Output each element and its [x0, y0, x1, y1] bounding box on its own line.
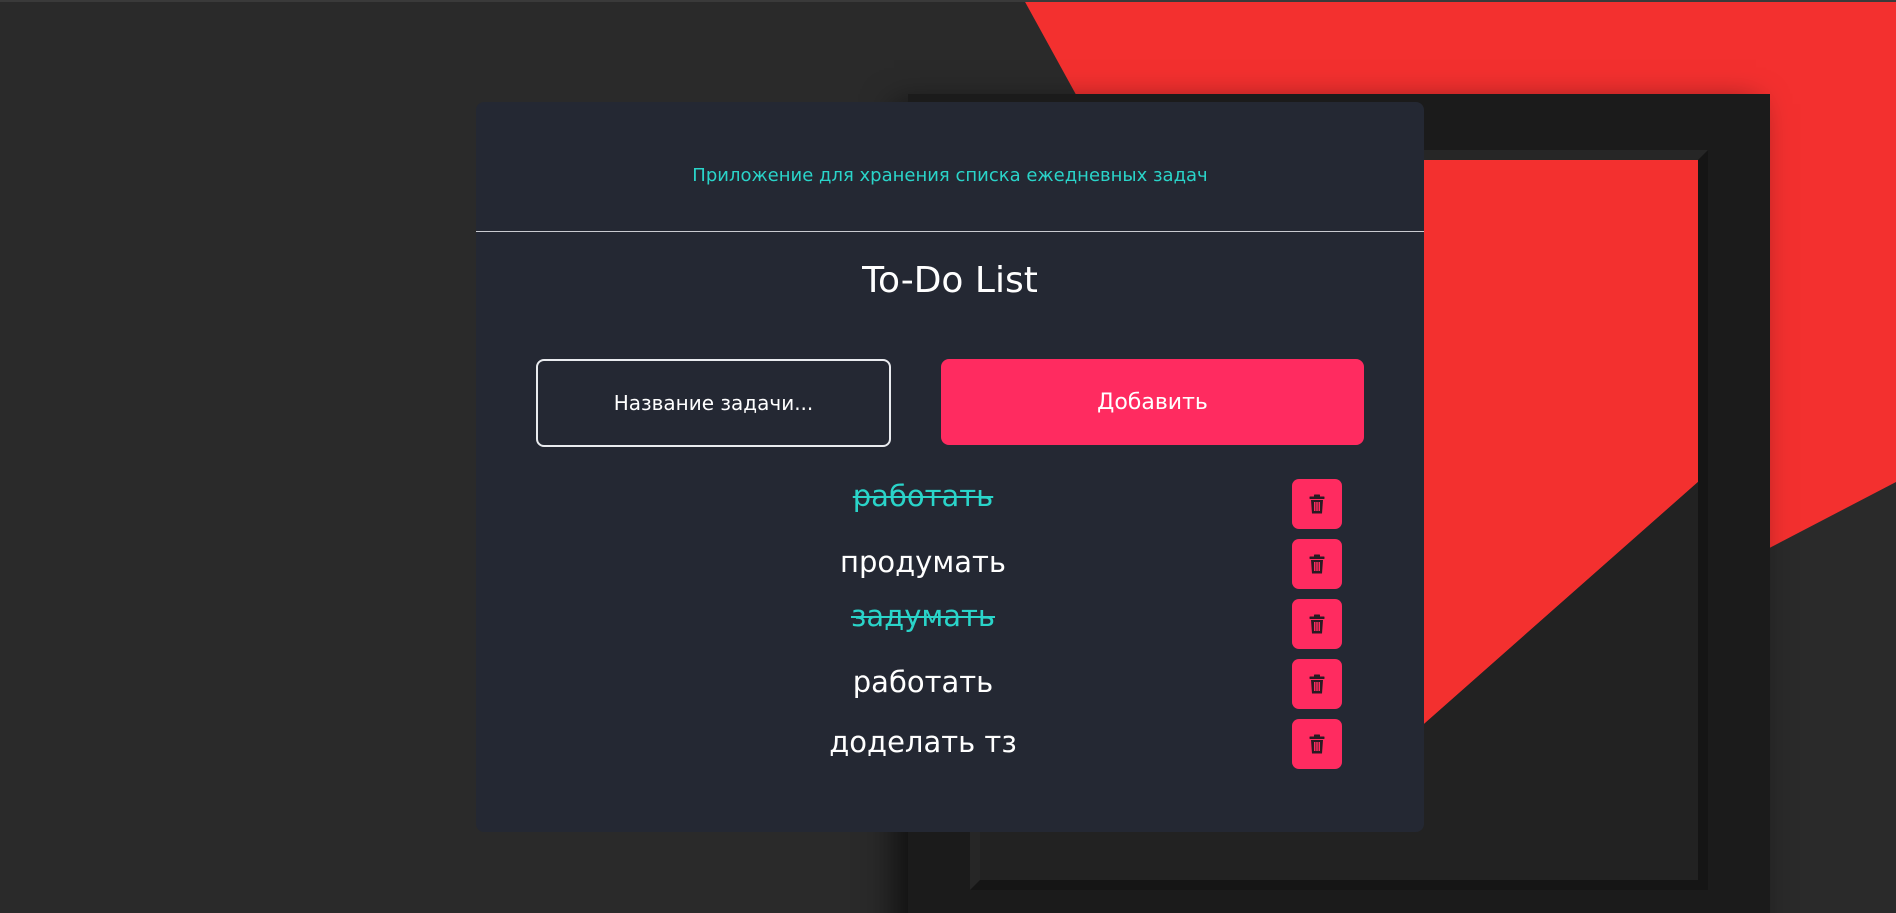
delete-task-button[interactable] — [1292, 479, 1342, 529]
task-list: работать продумать задумать работать доделат… — [476, 477, 1424, 777]
trash-icon — [1309, 614, 1325, 634]
add-task-button[interactable]: Добавить — [941, 359, 1364, 445]
trash-icon — [1309, 494, 1325, 514]
delete-task-button[interactable] — [1292, 539, 1342, 589]
task-item: доделать тз — [476, 717, 1424, 777]
background-top-line — [0, 0, 1896, 2]
todo-card: Приложение для хранения списка ежедневны… — [476, 102, 1424, 832]
task-name-input[interactable] — [536, 359, 891, 447]
trash-icon — [1309, 734, 1325, 754]
task-item: работать — [476, 477, 1424, 537]
task-text[interactable]: работать — [774, 477, 1072, 515]
trash-icon — [1309, 554, 1325, 574]
trash-icon — [1309, 674, 1325, 694]
app-subtitle: Приложение для хранения списка ежедневны… — [692, 165, 1208, 186]
card-header: Приложение для хранения списка ежедневны… — [476, 102, 1424, 232]
delete-task-button[interactable] — [1292, 719, 1342, 769]
task-text[interactable]: работать — [774, 657, 1072, 707]
delete-task-button[interactable] — [1292, 659, 1342, 709]
task-text[interactable]: продумать — [774, 537, 1072, 587]
add-task-form: Добавить — [536, 359, 1364, 447]
task-item: задумать — [476, 597, 1424, 657]
task-item: продумать — [476, 537, 1424, 597]
task-text[interactable]: задумать — [774, 597, 1072, 635]
page-title: To-Do List — [862, 260, 1038, 301]
task-text[interactable]: доделать тз — [774, 717, 1072, 767]
delete-task-button[interactable] — [1292, 599, 1342, 649]
task-item: работать — [476, 657, 1424, 717]
